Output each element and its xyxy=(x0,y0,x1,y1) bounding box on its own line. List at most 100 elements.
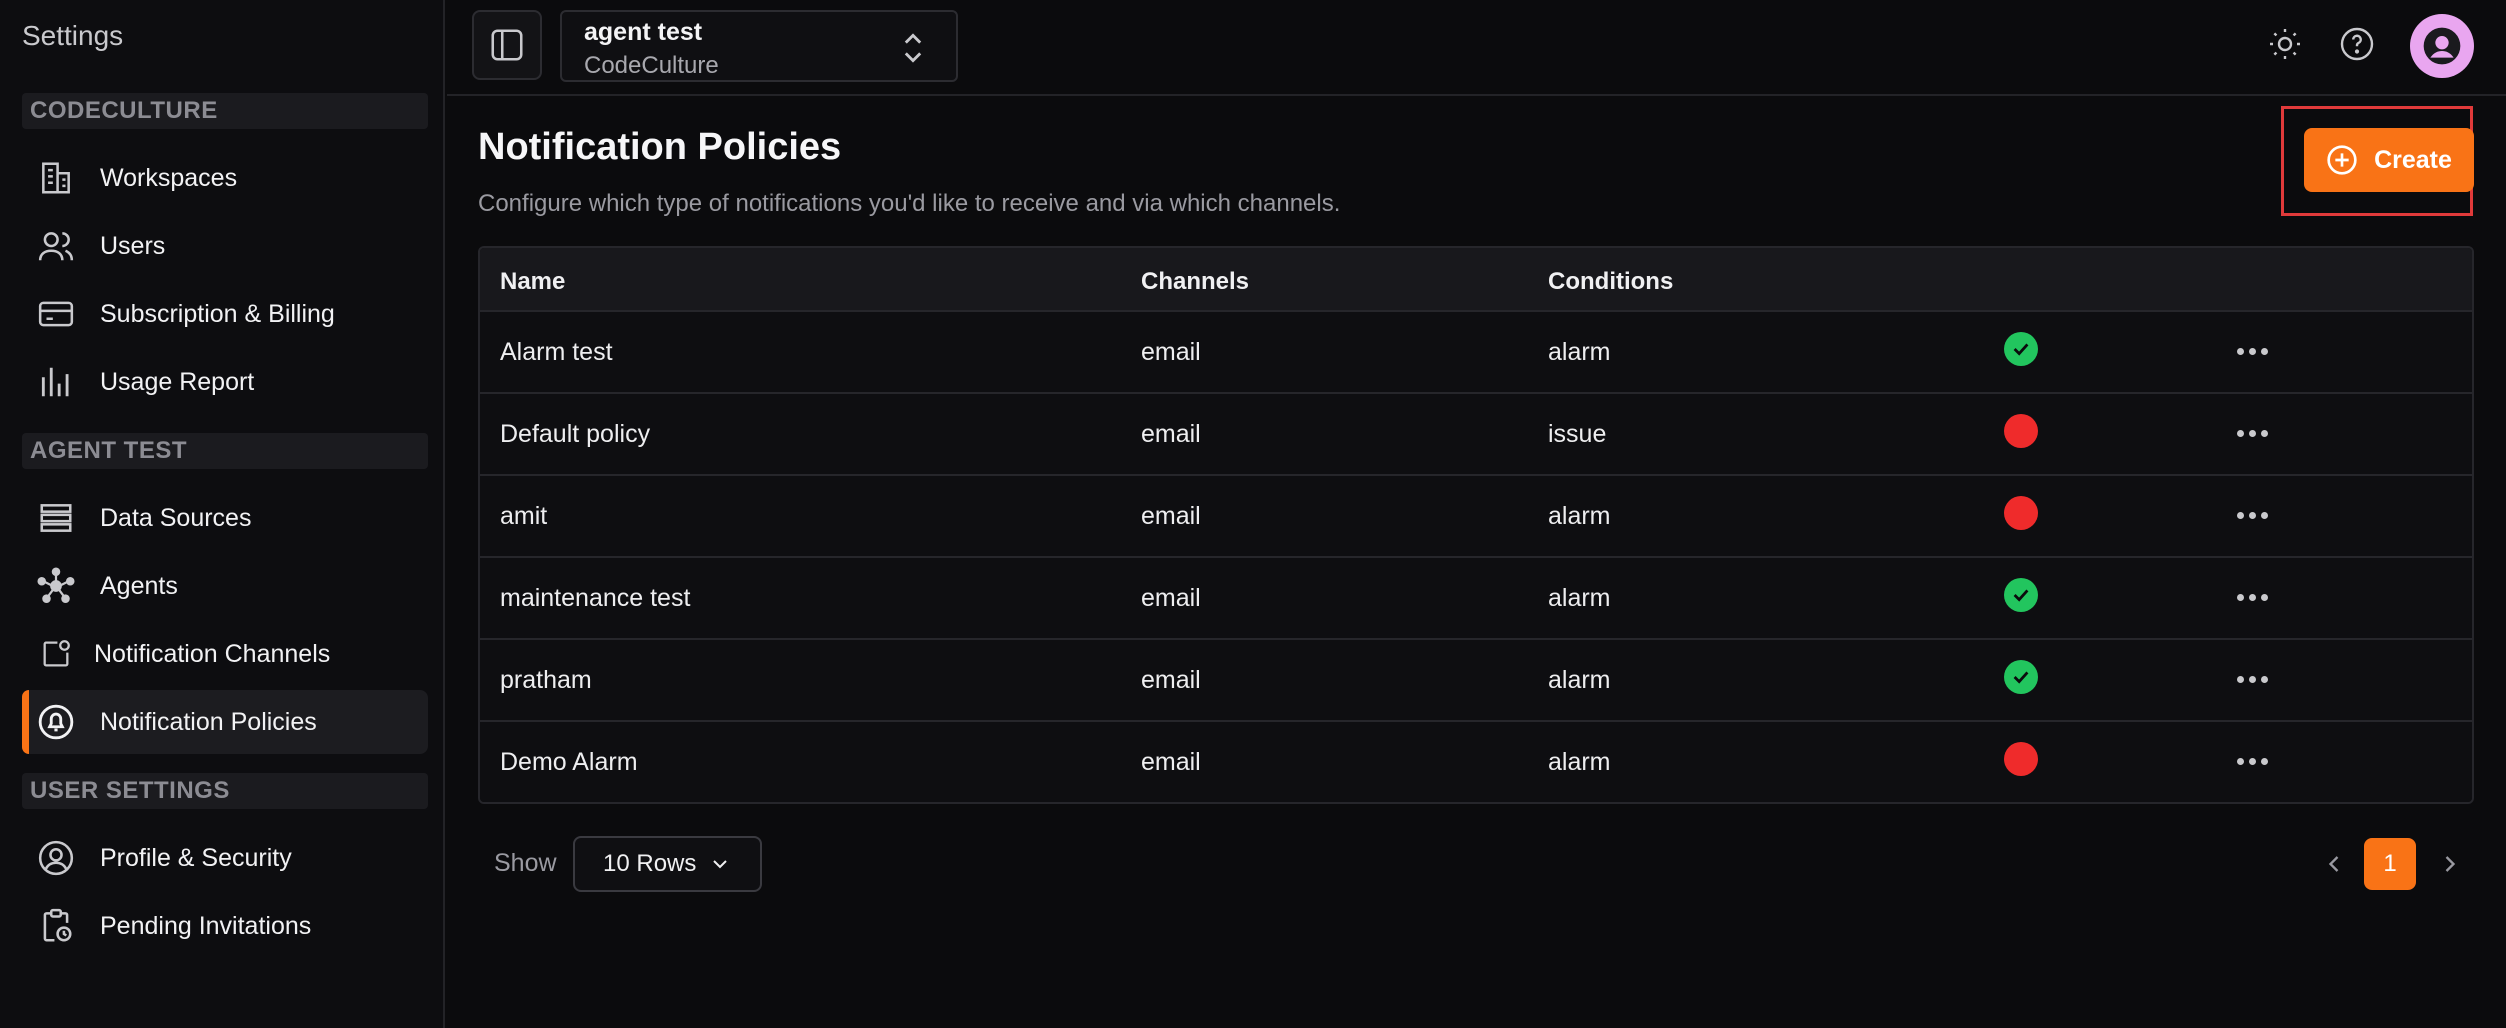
table-row[interactable]: Demo Alarm email alarm xyxy=(480,722,2472,802)
building-icon xyxy=(36,158,76,198)
dot xyxy=(2260,429,2268,437)
policy-name: amit xyxy=(500,502,548,530)
table-row[interactable]: pratham email alarm xyxy=(480,640,2472,722)
organization-name: CodeCulture xyxy=(584,52,719,79)
sidebar-item-usage-report[interactable]: Usage Report xyxy=(22,350,428,414)
sidebar-item-label: Notification Channels xyxy=(94,639,331,668)
more-options-button[interactable] xyxy=(2232,582,2272,612)
policy-conditions: alarm xyxy=(1548,666,1611,694)
sun-icon xyxy=(2270,29,2300,59)
avatar[interactable] xyxy=(2410,14,2474,78)
bell-circle-icon xyxy=(36,702,76,742)
policy-conditions: alarm xyxy=(1548,338,1611,366)
policy-channels: email xyxy=(1141,502,1201,530)
workspace-switcher[interactable]: agent test CodeCulture xyxy=(560,10,958,82)
sidebar-item-pending-invitations[interactable]: Pending Invitations xyxy=(22,894,428,958)
dot xyxy=(2260,675,2268,683)
dot xyxy=(2236,757,2244,765)
sidebar-item-label: Subscription & Billing xyxy=(100,299,335,328)
more-options-button[interactable] xyxy=(2232,336,2272,366)
dot xyxy=(2248,593,2256,601)
policy-channels: email xyxy=(1141,420,1201,448)
page-subtitle: Configure which type of notifications yo… xyxy=(478,190,1341,217)
dot xyxy=(2260,757,2268,765)
chevron-right-icon xyxy=(2445,856,2456,872)
sidebar-toggle-button[interactable] xyxy=(472,10,542,80)
status-disabled-icon xyxy=(2004,414,2038,448)
sidebar-item-notification-channels[interactable]: Notification Channels xyxy=(22,622,428,686)
sidebar-item-label: Workspaces xyxy=(100,163,238,192)
column-header-name: Name xyxy=(500,268,566,295)
rows-per-page-select[interactable]: 10 Rows xyxy=(573,836,762,892)
status-disabled-icon xyxy=(2004,742,2038,776)
dot xyxy=(2248,511,2256,519)
clipboard-clock-icon xyxy=(36,906,76,946)
dot xyxy=(2248,347,2256,355)
status-enabled-icon xyxy=(2004,578,2038,612)
sidebar-item-subscription-billing[interactable]: Subscription & Billing xyxy=(22,282,428,346)
sidebar-toggle-icon xyxy=(491,29,523,61)
plus-circle-icon xyxy=(2327,145,2357,175)
sidebar-item-notification-policies[interactable]: Notification Policies xyxy=(22,690,428,754)
sidebar-item-label: Notification Policies xyxy=(100,707,317,736)
dot xyxy=(2260,511,2268,519)
table-row[interactable]: Default policy email issue xyxy=(480,394,2472,476)
credit-card-icon xyxy=(36,294,76,334)
sidebar-item-users[interactable]: Users xyxy=(22,214,428,278)
policies-table: Name Channels Conditions Alarm test email… xyxy=(478,246,2474,804)
section-header-agent-test: AGENT TEST xyxy=(22,433,428,469)
policy-conditions: issue xyxy=(1548,420,1607,448)
dot xyxy=(2236,429,2244,437)
sidebar-item-label: Profile & Security xyxy=(100,843,292,872)
users-icon xyxy=(36,226,76,266)
dot xyxy=(2248,675,2256,683)
help-icon xyxy=(2340,27,2374,61)
dot xyxy=(2236,593,2244,601)
dot xyxy=(2248,757,2256,765)
more-options-button[interactable] xyxy=(2232,664,2272,694)
policy-channels: email xyxy=(1141,584,1201,612)
sidebar-item-label: Users xyxy=(100,231,166,260)
column-header-conditions: Conditions xyxy=(1548,268,1674,295)
theme-toggle-button[interactable] xyxy=(2263,22,2307,66)
table-row[interactable]: maintenance test email alarm xyxy=(480,558,2472,640)
policy-conditions: alarm xyxy=(1548,584,1611,612)
policy-name: maintenance test xyxy=(500,584,691,612)
create-button-label: Create xyxy=(2374,145,2452,174)
page-number-button[interactable]: 1 xyxy=(2364,838,2416,890)
status-enabled-icon xyxy=(2004,332,2038,366)
status-disabled-icon xyxy=(2004,496,2038,530)
sidebar-item-data-sources[interactable]: Data Sources xyxy=(22,486,428,550)
create-button[interactable]: Create xyxy=(2304,128,2474,192)
sidebar-item-workspaces[interactable]: Workspaces xyxy=(22,146,428,210)
section-header-codeculture: CODECULTURE xyxy=(22,93,428,129)
sidebar-item-agents[interactable]: Agents xyxy=(22,554,428,618)
dot xyxy=(2236,511,2244,519)
dot xyxy=(2236,347,2244,355)
table-row[interactable]: amit email alarm xyxy=(480,476,2472,558)
sidebar-item-label: Usage Report xyxy=(100,367,255,396)
table-row[interactable]: Alarm test email alarm xyxy=(480,312,2472,394)
user-circle-icon xyxy=(36,838,76,878)
more-options-button[interactable] xyxy=(2232,746,2272,776)
sidebar-item-label: Data Sources xyxy=(100,503,252,532)
sidebar-item-profile-security[interactable]: Profile & Security xyxy=(22,826,428,890)
policy-channels: email xyxy=(1141,338,1201,366)
page-title: Notification Policies xyxy=(478,126,842,168)
previous-page-button[interactable] xyxy=(2320,848,2348,885)
more-options-button[interactable] xyxy=(2232,500,2272,530)
show-label: Show xyxy=(494,849,557,877)
status-enabled-icon xyxy=(2004,660,2038,694)
dot xyxy=(2236,675,2244,683)
bar-chart-icon xyxy=(36,362,76,402)
table-header: Name Channels Conditions xyxy=(480,248,2472,312)
top-bar: agent test CodeCulture xyxy=(447,0,2506,96)
policy-name: pratham xyxy=(500,666,592,694)
help-button[interactable] xyxy=(2335,22,2379,66)
user-avatar-icon xyxy=(2423,27,2461,65)
next-page-button[interactable] xyxy=(2436,848,2464,885)
more-options-button[interactable] xyxy=(2232,418,2272,448)
workspace-name: agent test xyxy=(584,18,703,46)
chevron-up-down-icon xyxy=(904,33,922,63)
policy-name: Default policy xyxy=(500,420,651,448)
